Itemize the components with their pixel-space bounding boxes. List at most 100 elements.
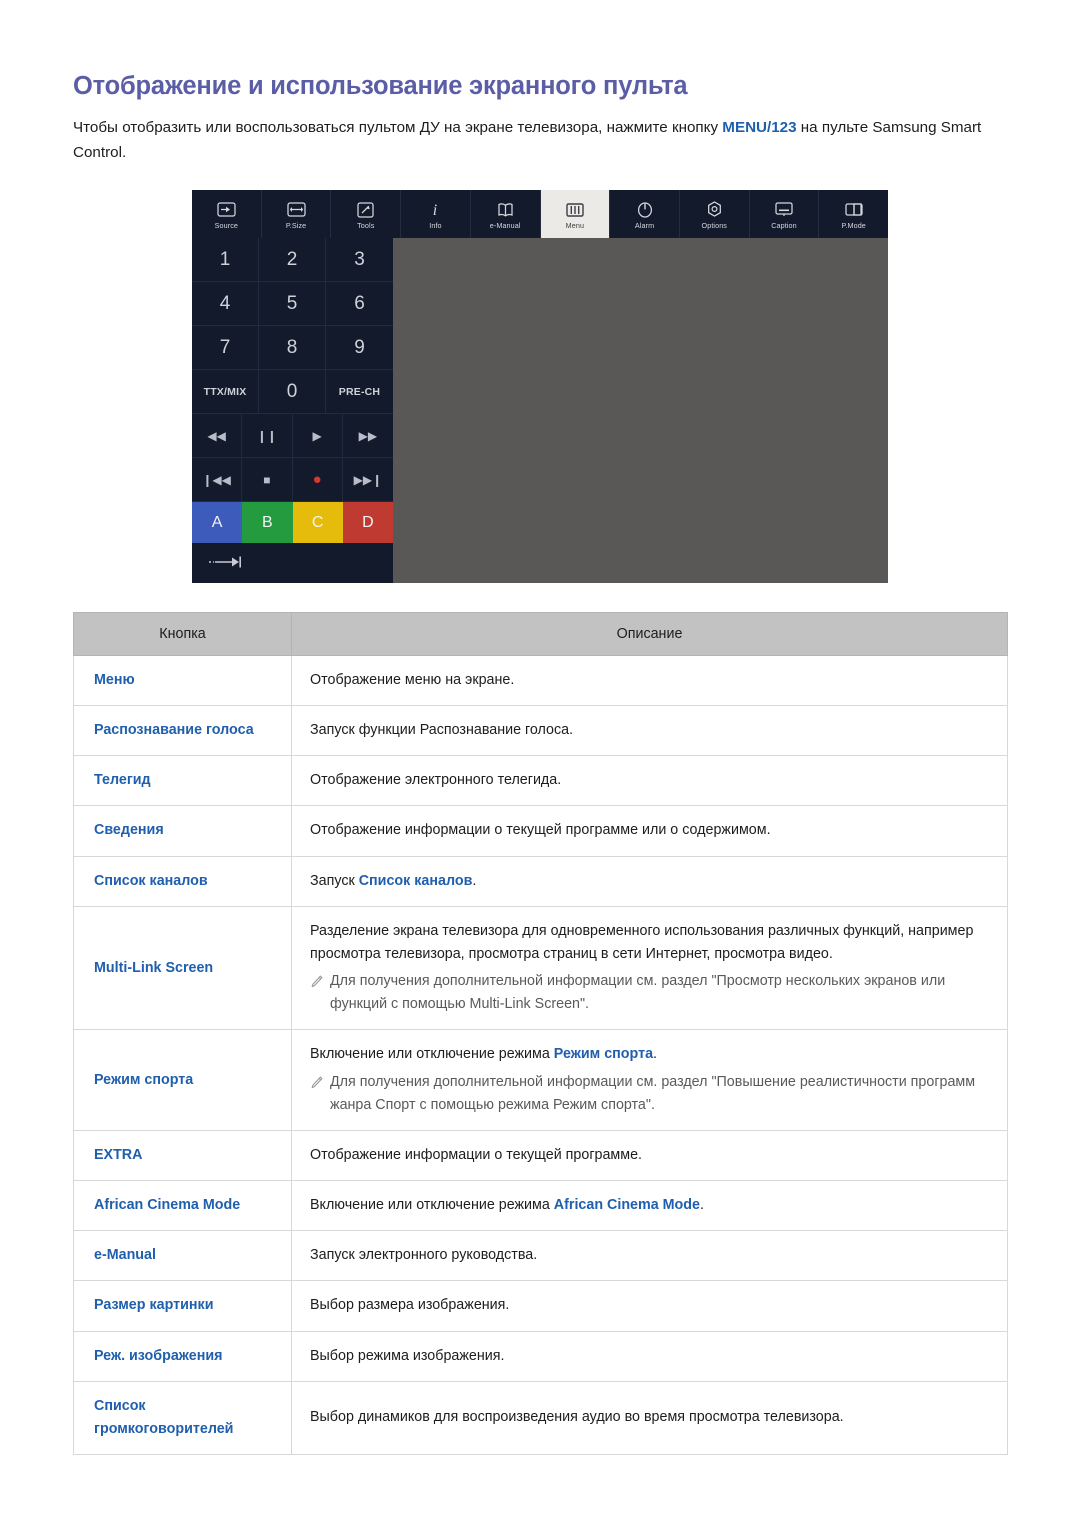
tools-icon <box>357 199 374 221</box>
fast-forward-icon[interactable]: ▶▶ <box>342 414 393 458</box>
description-prefix: Отображение информации о текущей програм… <box>310 822 771 839</box>
remote-top-button-tools[interactable]: Tools <box>331 190 402 238</box>
remote-top-button-info[interactable]: i Info <box>401 190 471 238</box>
play-icon[interactable]: ▶ <box>292 414 343 458</box>
column-header-button: Кнопка <box>73 612 292 656</box>
description-cell: Отображение информации о текущей програм… <box>291 805 1008 857</box>
rewind-icon[interactable]: ◀◀ <box>192 414 243 458</box>
remote-top-button-alarm[interactable]: Alarm <box>610 190 680 238</box>
button-name-cell: Размер картинки <box>73 1280 292 1332</box>
menu-icon <box>566 199 584 221</box>
numpad-key-5[interactable]: 5 <box>259 282 326 326</box>
remote-top-button-p-mode[interactable]: P.Mode <box>819 190 888 238</box>
remote-top-button-label: Caption <box>771 220 797 230</box>
remote-top-button-label: Menu <box>565 220 585 230</box>
remote-top-button-caption[interactable]: Caption <box>750 190 820 238</box>
media-controls-row-2: ❙◀◀ ■ ● ▶▶❙ <box>192 458 393 502</box>
article-content: Отображение и использование экранного пу… <box>73 0 1008 165</box>
intro-paragraph: Чтобы отобразить или воспользоваться пул… <box>73 100 1003 165</box>
picture-mode-icon <box>845 199 863 221</box>
remote-top-button-label: Alarm <box>634 220 655 230</box>
description-text: Отображение электронного телегида. <box>310 769 989 792</box>
next-icon[interactable]: ▶▶❙ <box>342 458 393 502</box>
description-text: Отображение информации о текущей програм… <box>310 819 989 842</box>
color-button-b[interactable]: B <box>242 502 293 543</box>
button-name-cell: Распознавание голоса <box>73 705 292 757</box>
description-cell: Отображение информации о текущей програм… <box>291 1129 1008 1182</box>
button-name-cell: Режим спорта <box>73 1029 292 1131</box>
record-icon[interactable]: ● <box>292 458 343 502</box>
button-name-cell: Меню <box>73 654 292 707</box>
menu-123-accent: MENU/123 <box>722 119 797 137</box>
numpad-key-pre-ch[interactable]: PRE-CH <box>326 370 393 414</box>
stop-icon[interactable]: ■ <box>242 458 293 502</box>
remote-top-button-source[interactable]: Source <box>192 190 262 238</box>
numeric-keypad: 1 2 3 4 5 6 7 8 9 TTX/MIX 0 PRE-CH <box>192 238 393 414</box>
note-text: Для получения дополнительной информации … <box>330 973 946 1013</box>
description-prefix: Включение или отключение режима <box>310 1197 554 1214</box>
description-text: Выбор динамиков для воспроизведения ауди… <box>310 1406 989 1429</box>
description-prefix: Выбор режима изображения. <box>310 1347 505 1364</box>
description-text: Запуск Список каналов. <box>310 870 989 893</box>
button-name-line: Размер картинки <box>94 1297 214 1314</box>
pause-icon[interactable]: ❙❙ <box>242 414 293 458</box>
table-row: Сведения Отображение информации о текущей… <box>73 805 1008 857</box>
description-cell: Отображение электронного телегида. <box>291 755 1008 807</box>
color-button-c[interactable]: C <box>292 502 343 543</box>
description-link[interactable]: Список каналов <box>359 873 473 889</box>
button-name-cell: e-Manual <box>73 1230 292 1282</box>
remote-top-button-options[interactable]: Options <box>680 190 750 238</box>
description-suffix: . <box>699 1197 704 1214</box>
numpad-key-4[interactable]: 4 <box>192 282 259 326</box>
remote-top-button-e-manual[interactable]: e-Manual <box>471 190 541 238</box>
table-row: Меню Отображение меню на экране. <box>73 654 1008 707</box>
description-text: Отображение информации о текущей програм… <box>310 1144 989 1167</box>
button-name-line: Реж. изображения <box>94 1347 223 1364</box>
button-name-line: громкоговорителей <box>94 1420 234 1437</box>
table-row: Реж. изображения Выбор режима изображения… <box>73 1330 1008 1382</box>
pencil-note-icon <box>310 974 323 997</box>
description-link[interactable]: Режим спорта <box>554 1046 653 1062</box>
color-button-a[interactable]: A <box>192 502 243 543</box>
description-cell: Запуск Список каналов. <box>291 855 1008 907</box>
description-prefix: Запуск электронного руководства. <box>310 1247 538 1264</box>
description-text: Выбор размера изображения. <box>310 1294 989 1317</box>
numpad-key-7[interactable]: 7 <box>192 326 259 370</box>
button-name-line: Телегид <box>94 772 151 789</box>
numpad-key-9[interactable]: 9 <box>326 326 393 370</box>
description-prefix: Разделение экрана телевизора для одновре… <box>310 922 974 962</box>
remote-top-button-label: Info <box>429 220 442 230</box>
table-row: e-Manual Запуск электронного руководства. <box>73 1230 1008 1282</box>
button-name-line: African Cinema Mode <box>94 1197 241 1214</box>
remote-top-button-p-size[interactable]: P.Size <box>262 190 332 238</box>
previous-icon[interactable]: ❙◀◀ <box>192 458 243 502</box>
description-text: Включение или отключение режима African … <box>310 1194 989 1217</box>
numpad-key-0[interactable]: 0 <box>259 370 326 414</box>
button-name-line: EXTRA <box>94 1146 143 1163</box>
caption-icon <box>775 199 793 221</box>
numpad-key-2[interactable]: 2 <box>259 238 326 282</box>
note-block: Для получения дополнительной информации … <box>310 970 989 1016</box>
color-buttons-row: ABCD <box>192 502 393 543</box>
button-name-cell: Телегид <box>73 755 292 807</box>
description-prefix: Отображение электронного телегида. <box>310 772 562 789</box>
description-text: Включение или отключение режима Режим сп… <box>310 1043 989 1066</box>
description-cell: Выбор динамиков для воспроизведения ауди… <box>291 1380 1008 1455</box>
description-prefix: Запуск <box>310 872 359 889</box>
table-row: Режим спорта Включение или отключение реж… <box>73 1029 1008 1131</box>
numpad-key-6[interactable]: 6 <box>326 282 393 326</box>
remote-top-toolbar: Source P.Size Tools i Info e-Manual Menu Alarm O… <box>192 190 888 238</box>
numpad-key-8[interactable]: 8 <box>259 326 326 370</box>
table-row: Список громкоговорителей Выбор динамиков д… <box>73 1380 1008 1455</box>
table-row: EXTRA Отображение информации о текущей пр… <box>73 1129 1008 1182</box>
numpad-key-3[interactable]: 3 <box>326 238 393 282</box>
color-button-d[interactable]: D <box>342 502 393 543</box>
note-block: Для получения дополнительной информации … <box>310 1071 989 1117</box>
exit-row <box>192 543 393 583</box>
numpad-key-1[interactable]: 1 <box>192 238 259 282</box>
numpad-key-ttx-mix[interactable]: TTX/MIX <box>192 370 259 414</box>
description-link[interactable]: African Cinema Mode <box>554 1197 700 1213</box>
remote-keypad-panel: 1 2 3 4 5 6 7 8 9 TTX/MIX 0 PRE-CH ◀◀ ❙❙ ▶ ▶▶ ❙◀◀ ■ ● ▶▶❙… <box>192 238 393 583</box>
remote-top-button-menu[interactable]: Menu <box>540 190 611 238</box>
info-icon: i <box>429 199 441 221</box>
